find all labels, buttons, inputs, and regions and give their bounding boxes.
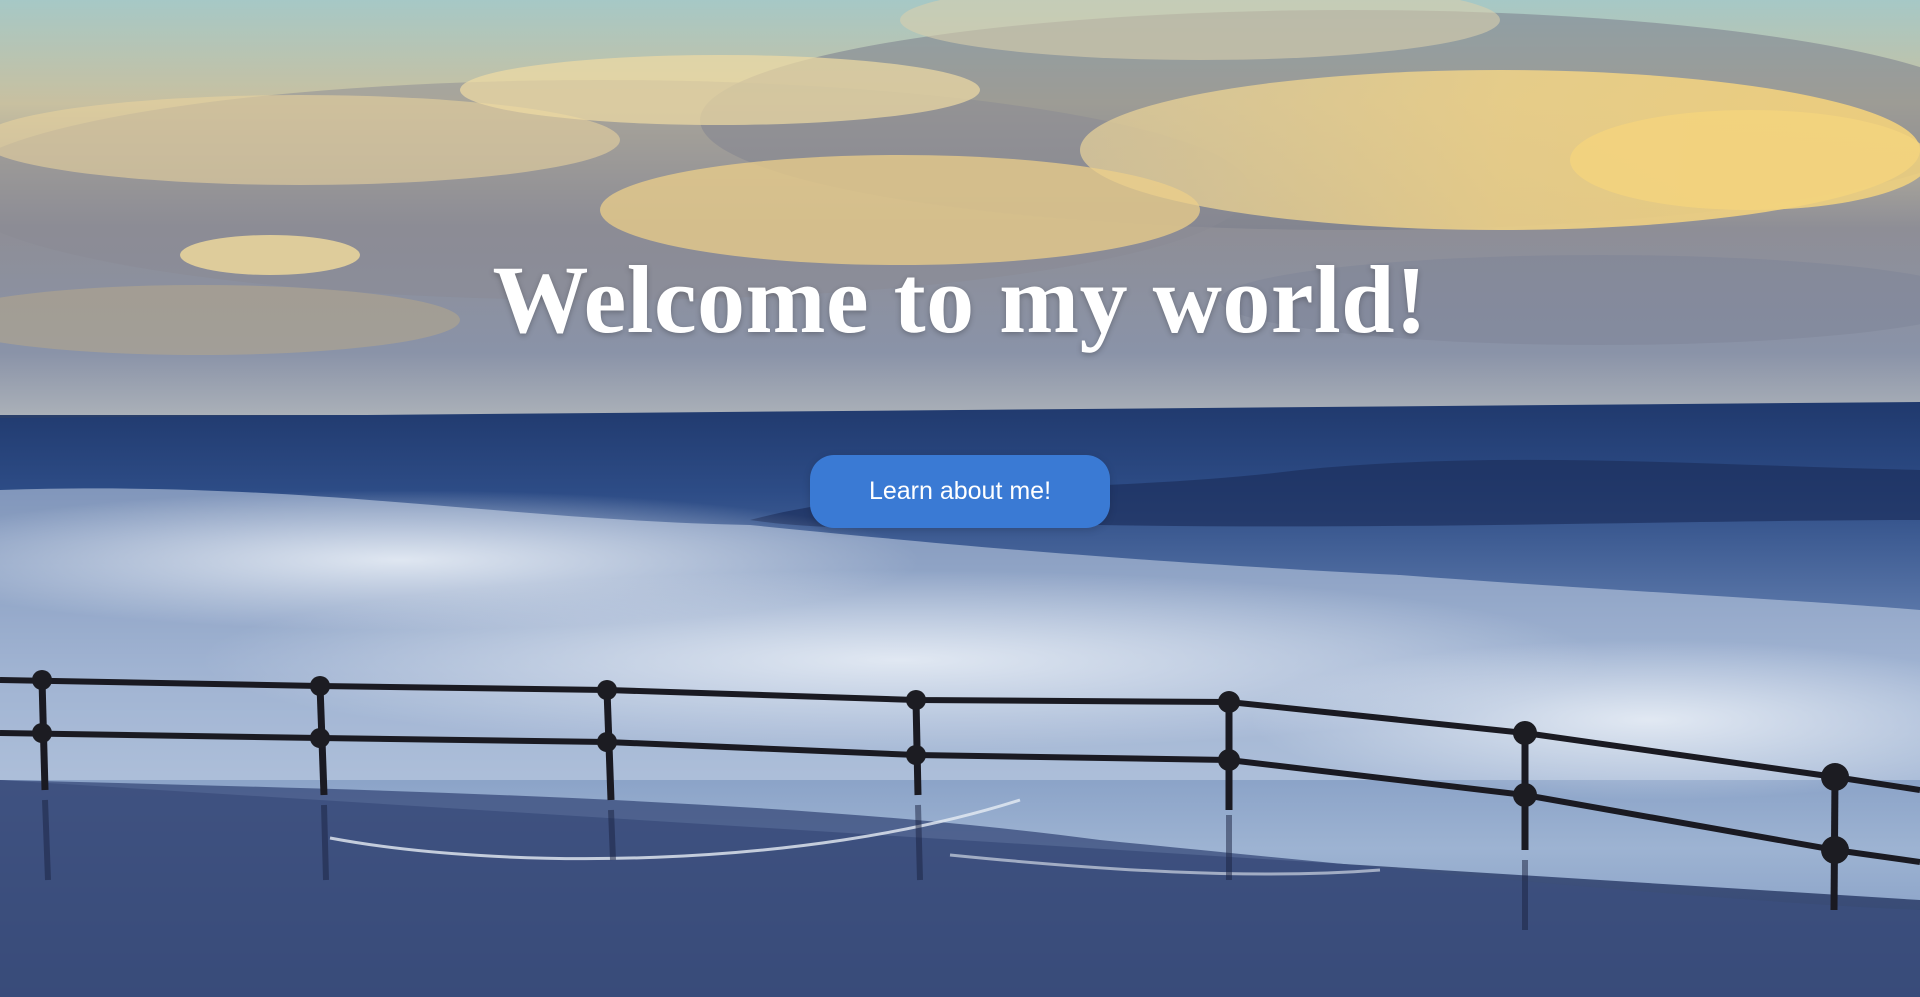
hero-title: Welcome to my world! <box>492 246 1428 353</box>
learn-about-me-button[interactable]: Learn about me! <box>810 455 1110 528</box>
hero-section: Welcome to my world! Learn about me! <box>0 0 1920 997</box>
